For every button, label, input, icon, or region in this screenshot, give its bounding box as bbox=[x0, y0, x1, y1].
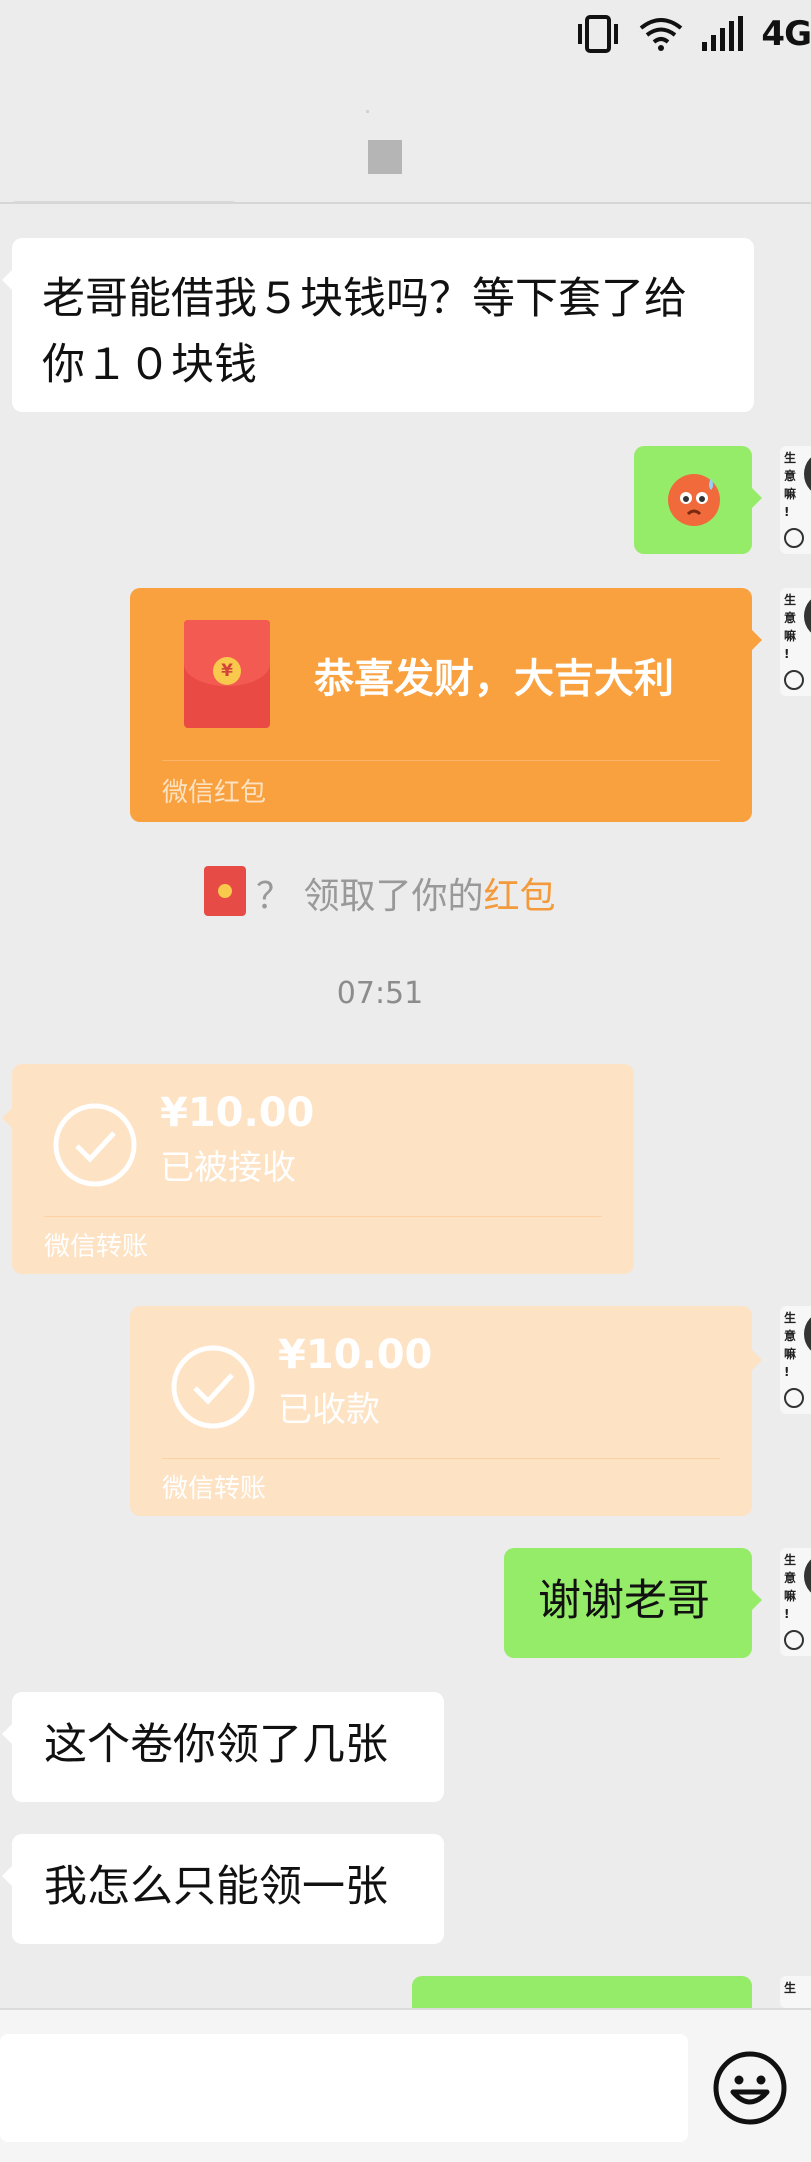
system-notice-text: ？ 领取了你的 bbox=[256, 876, 484, 917]
message-bubble-incoming[interactable]: 我怎么只能领一张 bbox=[2, 1834, 444, 1944]
message-text: 这个卷你领了几张 bbox=[44, 1720, 388, 1770]
red-packet-link[interactable]: 红包 bbox=[483, 876, 555, 917]
transfer-footer: 微信转账 bbox=[162, 1474, 267, 1504]
red-packet-icon bbox=[204, 866, 246, 916]
message-text: 老哥能借我５块钱吗？等下套了给 bbox=[42, 274, 687, 324]
transfer-amount: ¥10.00 bbox=[278, 1332, 433, 1378]
message-bubble-incoming[interactable]: 这个卷你领了几张 bbox=[2, 1692, 444, 1802]
transfer-card-incoming[interactable]: ¥10.00 已被接收 微信转账 bbox=[2, 1064, 634, 1274]
message-text: 我怎么只能领一张 bbox=[44, 1862, 388, 1912]
title-divider bbox=[14, 201, 234, 203]
divider bbox=[44, 1216, 602, 1217]
avatar[interactable]: 生意嘛! bbox=[780, 1548, 811, 1656]
red-packet-footer: 微信红包 bbox=[162, 778, 267, 808]
transfer-amount: ¥10.00 bbox=[160, 1090, 315, 1136]
divider bbox=[162, 760, 720, 761]
vibrate-icon bbox=[578, 15, 619, 53]
title-dot bbox=[366, 110, 369, 113]
smiley-icon[interactable] bbox=[712, 2050, 788, 2126]
input-bar bbox=[0, 2008, 811, 2162]
red-envelope-icon: ¥ bbox=[184, 620, 270, 728]
red-packet-title: 恭喜发财，大吉大利 bbox=[314, 656, 674, 702]
avatar[interactable]: 生 bbox=[780, 1976, 811, 2008]
network-type-label: 4G bbox=[761, 14, 811, 54]
message-bubble-incoming[interactable]: 老哥能借我５块钱吗？等下套了给 你１０块钱 bbox=[2, 238, 754, 412]
divider bbox=[162, 1458, 720, 1459]
check-circle-icon bbox=[171, 1345, 255, 1429]
timestamp: 07:51 bbox=[336, 976, 424, 1011]
message-text: 你１０块钱 bbox=[42, 340, 257, 390]
red-packet-card[interactable]: ¥ 恭喜发财，大吉大利 微信红包 bbox=[130, 588, 762, 822]
system-notice: ？ 领取了你的红包 bbox=[204, 866, 555, 919]
transfer-status: 已被接收 bbox=[160, 1148, 296, 1188]
transfer-footer: 微信转账 bbox=[44, 1232, 149, 1262]
sweat-emoji-icon bbox=[668, 474, 720, 526]
status-bar: 4G bbox=[0, 0, 811, 70]
message-input[interactable] bbox=[0, 2034, 688, 2142]
wifi-icon bbox=[640, 18, 683, 51]
check-circle-icon bbox=[53, 1103, 137, 1187]
signal-icon bbox=[702, 16, 744, 51]
transfer-card-outgoing[interactable]: ¥10.00 已收款 微信转账 bbox=[130, 1306, 762, 1516]
transfer-status: 已收款 bbox=[278, 1390, 380, 1430]
avatar[interactable]: 生意嘛! bbox=[780, 1306, 811, 1414]
avatar[interactable]: 生意嘛! bbox=[780, 588, 811, 696]
message-text: 谢谢老哥 bbox=[538, 1576, 710, 1626]
avatar[interactable]: 生意嘛! bbox=[780, 446, 811, 554]
message-bubble-outgoing[interactable] bbox=[634, 446, 762, 554]
chat-title-bar bbox=[0, 70, 811, 204]
chat-title-placeholder[interactable] bbox=[368, 140, 402, 174]
message-bubble-outgoing[interactable]: 谢谢老哥 bbox=[504, 1548, 762, 1658]
